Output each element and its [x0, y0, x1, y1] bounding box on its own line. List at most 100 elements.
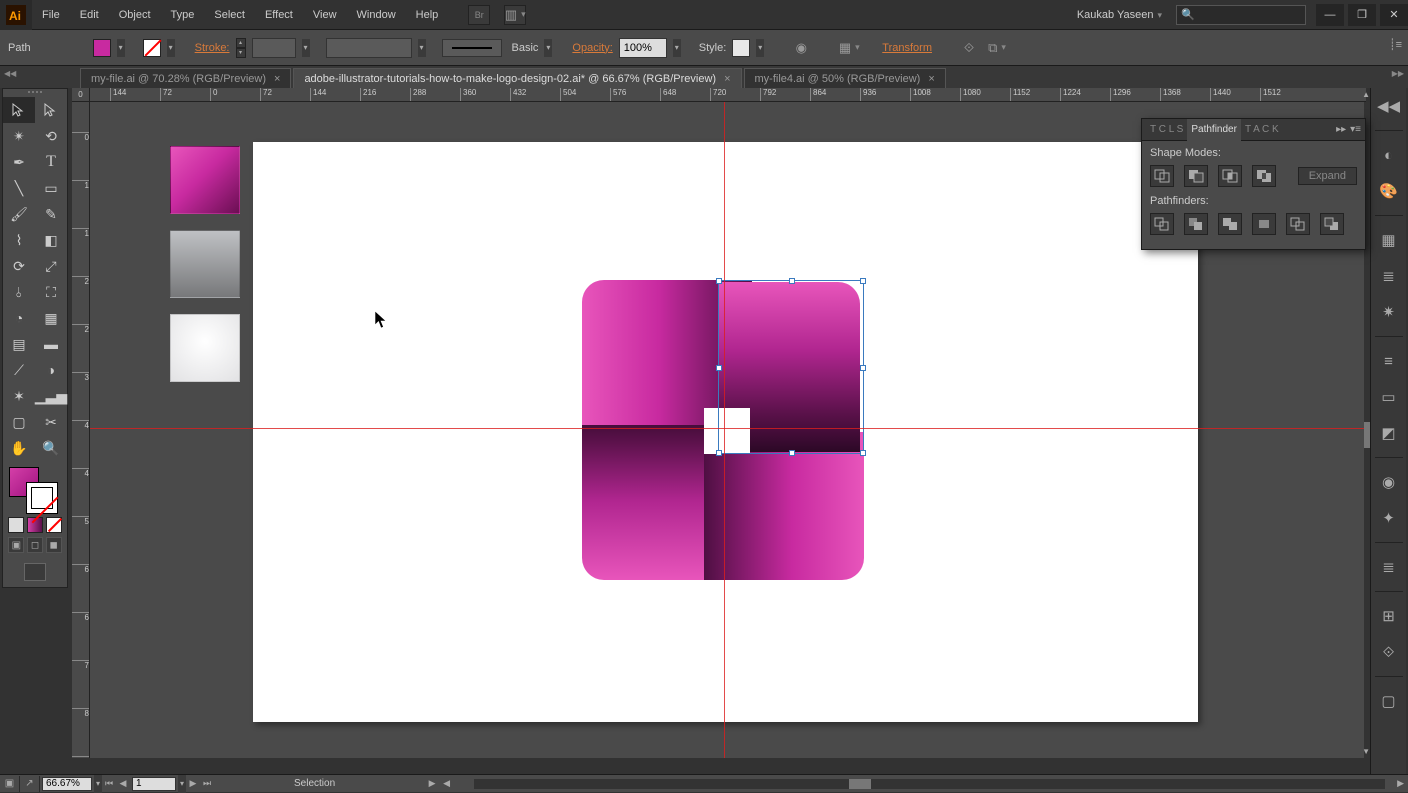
panel-collapse-icon[interactable]: ▸▸ — [1336, 124, 1346, 135]
blob-brush-tool[interactable]: ⌇ — [3, 227, 35, 253]
stroke-color-icon[interactable] — [27, 483, 57, 513]
swatch-white[interactable] — [170, 314, 240, 382]
magic-wand-tool[interactable]: ✴ — [3, 123, 35, 149]
stroke-dropdown[interactable]: ▾ — [167, 39, 175, 57]
gradient-tool[interactable]: ▬ — [35, 331, 67, 357]
blend-tool[interactable]: ◑ — [35, 357, 67, 383]
direct-selection-tool[interactable] — [35, 97, 67, 123]
symbol-sprayer-tool[interactable]: ✶ — [3, 383, 35, 409]
scroll-right-icon[interactable]: ▶ — [1393, 778, 1408, 789]
transform-panel-icon[interactable]: ⟐ — [1377, 640, 1401, 664]
scroll-left-icon[interactable]: ◀ — [439, 778, 454, 789]
guide-horizontal[interactable] — [90, 428, 1366, 429]
menu-select[interactable]: Select — [204, 0, 255, 30]
control-overflow-icon[interactable]: ┊≡ — [1389, 38, 1402, 51]
pathfinder-panel[interactable]: T C L S Pathfinder T A C K ▸▸▾≡ Shape Mo… — [1141, 118, 1366, 250]
artboard-dd[interactable]: ▾ — [178, 775, 186, 793]
close-icon[interactable]: × — [724, 73, 730, 85]
select-similar-icon[interactable]: ⧉▾ — [986, 37, 1008, 59]
lasso-tool[interactable]: ⟲ — [35, 123, 67, 149]
free-transform-tool[interactable]: ⛶ — [35, 279, 67, 305]
gradient-panel-icon[interactable]: ▭ — [1377, 385, 1401, 409]
last-artboard-button[interactable]: ⏭ — [200, 778, 214, 789]
horizontal-scrollbar[interactable] — [474, 779, 1385, 789]
artboards-panel-icon[interactable]: ▢ — [1377, 689, 1401, 713]
maximize-button[interactable]: ❐ — [1348, 4, 1376, 26]
scroll-down-icon[interactable]: ▼ — [1362, 747, 1370, 756]
logo-shape-bottom-right[interactable] — [704, 432, 864, 580]
tab-file-2[interactable]: adobe-illustrator-tutorials-how-to-make-… — [293, 68, 741, 88]
exclude-button[interactable] — [1252, 165, 1276, 187]
opacity-label[interactable]: Opacity: — [572, 42, 612, 54]
search-input[interactable]: 🔍 — [1176, 5, 1306, 25]
presentation-mode[interactable]: ◼ — [46, 537, 62, 553]
fill-swatch[interactable] — [93, 39, 111, 57]
tab-file-1[interactable]: my-file.ai @ 70.28% (RGB/Preview)× — [80, 68, 291, 88]
mesh-tool[interactable]: ▤ — [3, 331, 35, 357]
scale-tool[interactable]: ⤢ — [35, 253, 67, 279]
menu-file[interactable]: File — [32, 0, 70, 30]
symbols-panel-icon[interactable]: ✷ — [1377, 300, 1401, 324]
brush-preview[interactable] — [442, 39, 502, 57]
align-icon[interactable]: ▦▾ — [838, 37, 860, 59]
paintbrush-tool[interactable]: 🖌 — [3, 201, 35, 227]
divide-button[interactable] — [1150, 213, 1174, 235]
transform-label[interactable]: Transform — [882, 42, 932, 54]
next-artboard-button[interactable]: ▶ — [186, 778, 200, 789]
hscroll-thumb[interactable] — [849, 779, 871, 789]
menu-effect[interactable]: Effect — [255, 0, 303, 30]
dock-expand-icon[interactable]: ◀◀ — [1377, 94, 1401, 118]
normal-screen-mode[interactable]: ▣ — [8, 537, 24, 553]
first-artboard-button[interactable]: ⏮ — [102, 778, 116, 789]
status-info-dd[interactable]: ▶ — [425, 778, 439, 789]
swatch-magenta[interactable] — [170, 146, 240, 214]
horizontal-ruler[interactable]: 2161447207214421628836043250457664872079… — [90, 88, 1366, 102]
perspective-tool[interactable]: ▦ — [35, 305, 67, 331]
align-panel-icon[interactable]: ⊞ — [1377, 604, 1401, 628]
eyedropper-tool[interactable]: ⟋ — [3, 357, 35, 383]
layout-icon[interactable]: ▥▾ — [504, 5, 526, 25]
rotate-tool[interactable]: ⟳ — [3, 253, 35, 279]
panel-tab-align-short[interactable]: T A C K — [1241, 124, 1283, 135]
minus-back-button[interactable] — [1320, 213, 1344, 235]
color-panel-icon[interactable]: ◐ — [1377, 143, 1401, 167]
tab-file-3[interactable]: my-file4.ai @ 50% (RGB/Preview)× — [744, 68, 946, 88]
variable-width-dd[interactable]: ▾ — [418, 39, 426, 57]
color-guide-panel-icon[interactable]: 🎨 — [1377, 179, 1401, 203]
scroll-up-icon[interactable]: ▲ — [1362, 90, 1370, 99]
pen-tool[interactable]: ✒ — [3, 149, 35, 175]
intersect-button[interactable] — [1218, 165, 1242, 187]
menu-help[interactable]: Help — [406, 0, 449, 30]
menu-view[interactable]: View — [303, 0, 347, 30]
crop-button[interactable] — [1252, 213, 1276, 235]
close-icon[interactable]: × — [274, 73, 280, 85]
expand-button[interactable]: Expand — [1298, 167, 1357, 185]
trim-button[interactable] — [1184, 213, 1208, 235]
artboard-number-input[interactable]: 1 — [132, 777, 176, 791]
screen-mode-toggle[interactable] — [3, 559, 67, 585]
shape-builder-tool[interactable]: ◔ — [3, 305, 35, 331]
stroke-weight-label[interactable]: Stroke: — [195, 42, 230, 54]
selection-tool[interactable] — [3, 97, 35, 123]
opacity-input[interactable]: 100% — [619, 38, 667, 58]
graphic-styles-panel-icon[interactable]: ✦ — [1377, 506, 1401, 530]
column-graph-tool[interactable]: ▁▃▅ — [35, 383, 67, 409]
slice-tool[interactable]: ✂ — [35, 409, 67, 435]
zoom-dd[interactable]: ▾ — [94, 775, 102, 793]
isolate-icon[interactable]: ⟐ — [958, 37, 980, 59]
stroke-weight-spinner[interactable]: ▴▾ — [236, 38, 246, 58]
swatches-panel-icon[interactable]: ▦ — [1377, 228, 1401, 252]
brushes-panel-icon[interactable]: ≣ — [1377, 264, 1401, 288]
panel-tab-transform-short[interactable]: T C L S — [1146, 124, 1187, 135]
transparency-panel-icon[interactable]: ◩ — [1377, 421, 1401, 445]
none-mode[interactable] — [46, 517, 62, 533]
close-icon[interactable]: × — [928, 73, 934, 85]
swatch-grey[interactable] — [170, 230, 240, 298]
fill-stroke-indicator[interactable] — [3, 465, 67, 515]
close-button[interactable]: ✕ — [1380, 4, 1408, 26]
variable-width-input[interactable] — [326, 38, 412, 58]
minus-front-button[interactable] — [1184, 165, 1208, 187]
zoom-input[interactable]: 66.67% — [42, 777, 92, 791]
style-dd[interactable]: ▾ — [756, 39, 764, 57]
eraser-tool[interactable]: ◧ — [35, 227, 67, 253]
